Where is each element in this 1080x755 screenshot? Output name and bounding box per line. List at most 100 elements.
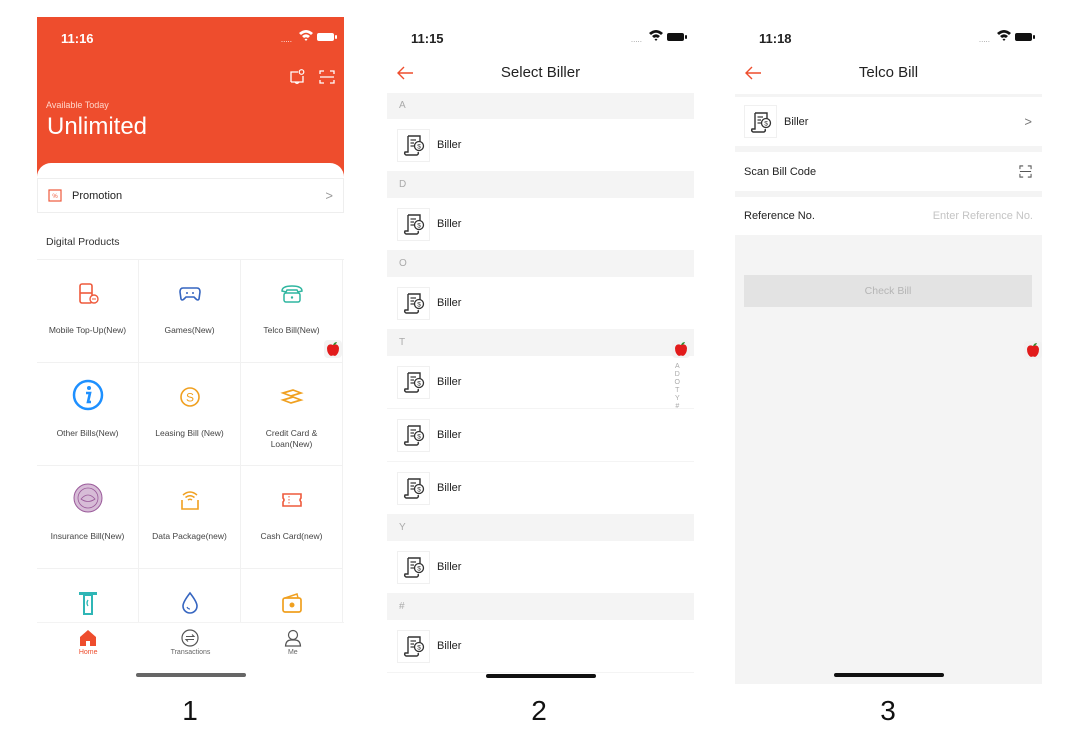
status-bar: 11:16 .....	[37, 17, 344, 57]
svg-text:%: %	[52, 194, 58, 200]
alphabet-index[interactable]: A D O T Y #	[675, 363, 680, 411]
section-header: Y	[387, 515, 694, 541]
signal-icon: .....	[630, 35, 642, 44]
section-header: A	[387, 93, 694, 119]
user-icon	[284, 629, 301, 647]
insurance-seal-icon	[73, 483, 102, 513]
dollar-coin-icon: S	[179, 387, 200, 407]
screen-caption-2: 2	[531, 695, 547, 726]
index-letter[interactable]: O	[675, 379, 680, 387]
index-letter[interactable]: Y	[675, 395, 680, 403]
home-indicator	[834, 673, 944, 677]
battery-icon	[1015, 33, 1035, 41]
promotion-label: Promotion	[72, 189, 123, 202]
promotion-row[interactable]: % Promotion >	[37, 178, 344, 213]
status-bar: 11:18 .....	[735, 17, 1042, 57]
biller-list-item[interactable]: $ Biller	[387, 409, 694, 462]
scan-bill-code-row[interactable]: Scan Bill Code	[735, 152, 1042, 191]
wifi-box-icon	[180, 491, 199, 510]
product-games[interactable]: Games(New)	[139, 260, 241, 363]
index-letter[interactable]: T	[675, 387, 679, 395]
bill-receipt-icon: $	[403, 425, 424, 446]
bill-receipt-icon: $	[403, 478, 424, 499]
product-label: Mobile Top-Up(New)	[48, 325, 127, 335]
bill-receipt-icon: $	[403, 372, 424, 393]
biller-list: A $ Biller D $ Biller O $ Biller T $ Biller $ Biller $…	[387, 93, 694, 673]
product-insurance-bill[interactable]: Insurance Bill(New)	[37, 466, 139, 569]
scan-icon[interactable]	[1019, 165, 1032, 178]
biller-list-item[interactable]: $ Biller	[387, 277, 694, 330]
biller-label: Biller	[784, 115, 809, 128]
product-label: Leasing Bill (New)	[155, 428, 224, 438]
product-label: Cash Card(new)	[260, 531, 323, 541]
biller-list-item[interactable]: $ Biller	[387, 198, 694, 251]
biller-name: Biller	[437, 482, 462, 494]
product-label: Other Bills(New)	[56, 428, 119, 438]
status-time: 11:16	[61, 31, 94, 46]
tab-me[interactable]: Me	[242, 623, 344, 684]
home-indicator	[486, 674, 596, 678]
svg-text:$: $	[417, 434, 421, 441]
assistive-touch-apple-icon[interactable]	[324, 340, 342, 358]
product-label: Data Package(new)	[152, 531, 227, 541]
gamepad-icon	[178, 287, 201, 301]
svg-text:$: $	[417, 223, 421, 230]
biller-name: Biller	[437, 376, 462, 388]
biller-name: Biller	[437, 640, 462, 652]
assistive-touch-apple-icon[interactable]	[1024, 341, 1042, 359]
product-label: Games(New)	[164, 325, 215, 335]
index-letter[interactable]: #	[675, 403, 679, 411]
biller-logo: $	[397, 418, 430, 452]
product-other-bills[interactable]: Other Bills(New)	[37, 363, 139, 466]
section-title: Digital Products	[46, 236, 120, 248]
check-bill-button[interactable]: Check Bill	[744, 275, 1032, 307]
section-header: D	[387, 172, 694, 198]
biller-list-item[interactable]: $ Biller	[387, 119, 694, 172]
screen-caption-1: 1	[182, 695, 198, 726]
biller-logo: $	[397, 550, 430, 584]
transfer-icon	[181, 629, 200, 647]
product-cash-card[interactable]: Cash Card(new)	[241, 466, 343, 569]
telco-bill-screen: 11:18 ..... Telco Bill $ Biller > Scan B…	[735, 17, 1042, 684]
svg-text:S: S	[185, 391, 193, 405]
bill-receipt-icon: $	[403, 214, 424, 235]
battery-icon	[667, 33, 687, 41]
bill-receipt-icon: $	[750, 111, 771, 133]
reference-label: Reference No.	[744, 210, 815, 222]
notification-bell-icon[interactable]	[288, 68, 306, 86]
product-credit-card-loan[interactable]: Credit Card & Loan(New)	[241, 363, 343, 466]
wifi-icon	[649, 30, 663, 41]
svg-text:$: $	[417, 144, 421, 151]
product-telco-bill[interactable]: Telco Bill(New)	[241, 260, 343, 363]
assistive-touch-apple-icon[interactable]	[672, 340, 690, 358]
biller-list-item[interactable]: $ Biller	[387, 462, 694, 515]
biller-list-item[interactable]: $ Biller	[387, 356, 694, 409]
index-letter[interactable]: A	[675, 363, 680, 371]
biller-list-item[interactable]: $ Biller	[387, 620, 694, 673]
index-letter[interactable]: D	[675, 371, 680, 379]
available-label: Available Today	[46, 100, 109, 110]
signal-icon: .....	[280, 35, 292, 44]
tab-label: Me	[287, 649, 298, 656]
biller-list-item[interactable]: $ Biller	[387, 541, 694, 594]
biller-logo: $	[397, 365, 430, 399]
biller-select-row[interactable]: $ Biller >	[735, 97, 1042, 146]
promotion-ticket-icon: %	[48, 188, 62, 202]
tab-home[interactable]: Home	[37, 623, 139, 684]
select-biller-screen: 11:15 ..... Select Biller A $ Biller D $ Bill…	[387, 17, 694, 684]
product-data-package[interactable]: Data Package(new)	[139, 466, 241, 569]
wifi-icon	[997, 30, 1011, 41]
scan-icon[interactable]	[318, 68, 336, 86]
product-mobile-topup[interactable]: Mobile Top-Up(New)	[37, 260, 139, 363]
bill-receipt-icon: $	[403, 293, 424, 314]
bill-receipt-icon: $	[403, 557, 424, 578]
product-leasing-bill[interactable]: S Leasing Bill (New)	[139, 363, 241, 466]
tab-label: Transactions	[170, 649, 211, 656]
section-header: #	[387, 594, 694, 620]
bill-receipt-icon: $	[403, 636, 424, 657]
svg-text:$: $	[764, 120, 768, 127]
home-screen: 11:16 ..... Available Today Unlimited % …	[37, 17, 344, 684]
telephone-icon	[280, 285, 303, 303]
biller-logo: $	[397, 128, 430, 162]
reference-number-input[interactable]	[903, 210, 1033, 222]
